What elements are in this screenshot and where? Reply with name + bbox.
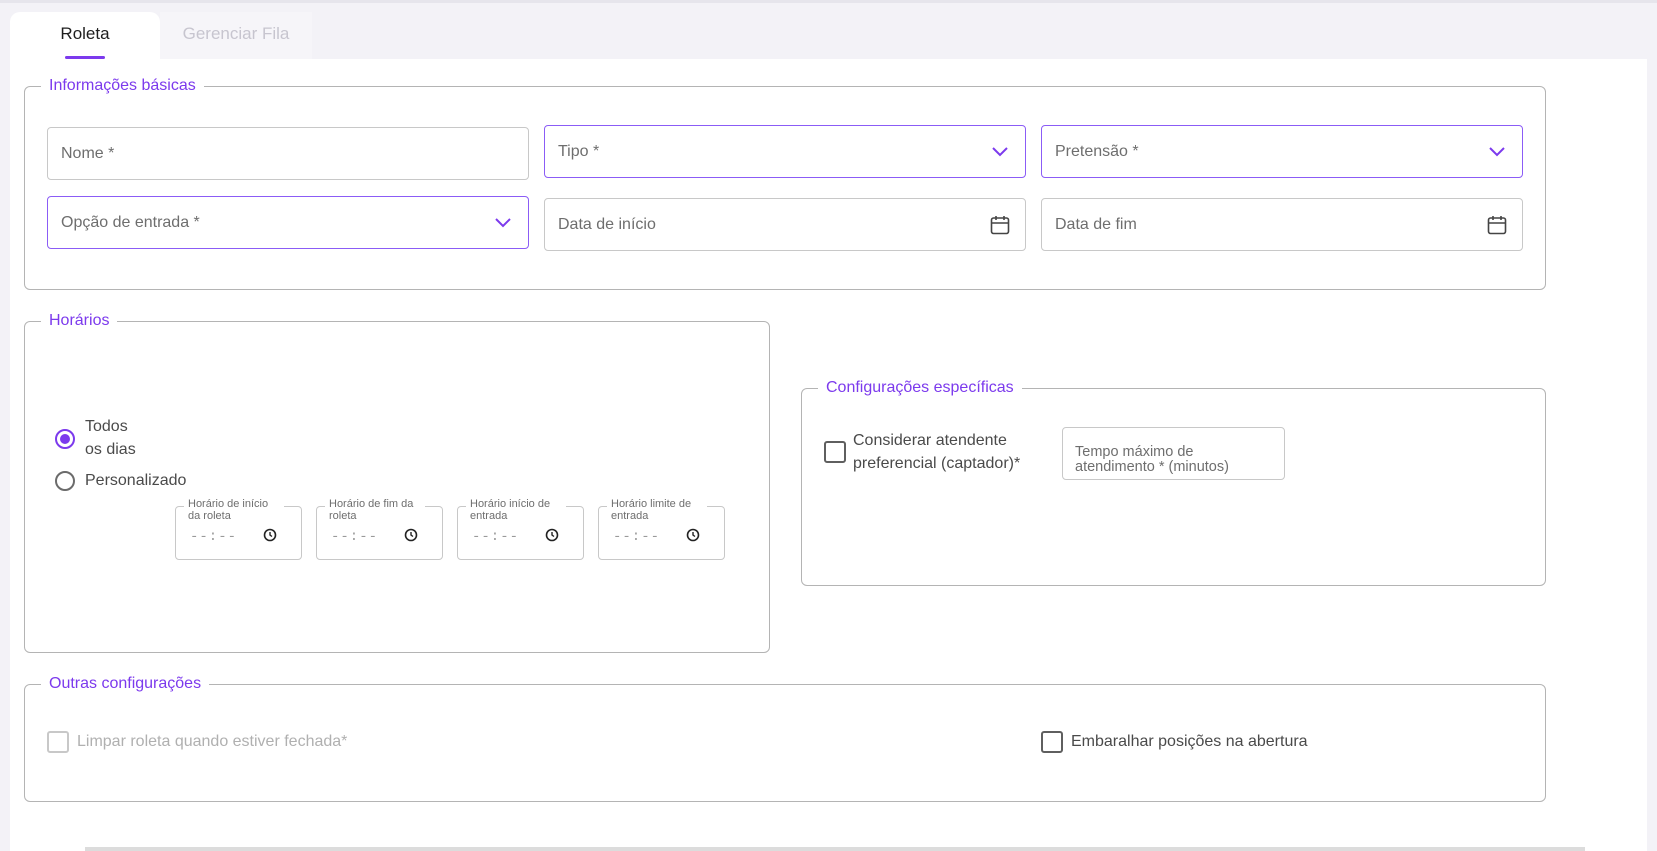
time-field-value: --:-- [472, 529, 520, 545]
time-field-label: Horário limite de entrada [607, 498, 707, 522]
horarios-legend: Horários [41, 311, 118, 331]
nome-placeholder: Nome * [61, 144, 115, 162]
pretensao-placeholder: Pretensão * [1055, 142, 1139, 160]
personalizado-label: Personalizado [85, 472, 187, 489]
tab-gerenciar-fila-label: Gerenciar Fila [182, 24, 290, 43]
todos-os-dias-label: Todos os dias [85, 415, 136, 461]
clock-icon[interactable] [686, 528, 700, 542]
data-fim-placeholder: Data de fim [1055, 215, 1137, 233]
top-divider [0, 0, 1657, 3]
considerar-atendente-checkbox[interactable] [824, 441, 846, 463]
tipo-placeholder: Tipo * [558, 142, 600, 160]
time-field-value: --:-- [190, 529, 238, 545]
form-card: Roleta Gerenciar Fila Informações básica… [10, 12, 1647, 851]
considerar-line1: Considerar atendente [853, 432, 1007, 449]
tempo-line1: Tempo máximo de [1075, 444, 1194, 460]
chevron-down-icon [989, 141, 1011, 163]
embaralhar-checkbox[interactable] [1041, 731, 1063, 753]
chevron-down-icon [1486, 141, 1508, 163]
horario-inicio-roleta-input[interactable]: Horário de início da roleta --:-- [175, 498, 302, 560]
horario-limite-entrada-input[interactable]: Horário limite de entrada --:-- [598, 498, 725, 560]
horizontal-scrollbar[interactable] [85, 847, 1585, 851]
clock-icon[interactable] [404, 528, 418, 542]
time-field-value: --:-- [331, 529, 379, 545]
basic-info-legend: Informações básicas [41, 76, 204, 96]
embaralhar-label: Embaralhar posições na abertura [1071, 733, 1308, 750]
tempo-maximo-input[interactable]: Tempo máximo de atendimento * (minutos) [1062, 427, 1285, 480]
tab-bar: Roleta Gerenciar Fila [10, 12, 1647, 59]
tab-active-indicator [65, 56, 105, 59]
nome-input[interactable]: Nome * [47, 127, 529, 180]
limpar-roleta-label: Limpar roleta quando estiver fechada* [77, 733, 348, 750]
considerar-line2: preferencial (captador)* [853, 455, 1021, 472]
tab-gerenciar-fila[interactable]: Gerenciar Fila [160, 12, 312, 59]
todos-line1: Todos [85, 418, 128, 435]
horario-inicio-entrada-input[interactable]: Horário início de entrada --:-- [457, 498, 584, 560]
clock-icon[interactable] [263, 528, 277, 542]
tab-roleta[interactable]: Roleta [10, 12, 160, 59]
tipo-select[interactable]: Tipo * [544, 125, 1026, 178]
time-field-value: --:-- [613, 529, 661, 545]
time-field-label: Horário de fim da roleta [325, 498, 425, 522]
calendar-icon[interactable] [1486, 214, 1508, 236]
considerar-atendente-label: Considerar atendente preferencial (capta… [853, 429, 1020, 475]
todos-line2: os dias [85, 441, 136, 458]
radio-todos-os-dias[interactable] [55, 429, 75, 449]
especificas-legend: Configurações específicas [818, 378, 1022, 398]
tab-roleta-label: Roleta [60, 24, 110, 43]
data-inicio-input[interactable]: Data de início [544, 198, 1026, 251]
tempo-line2: atendimento * (minutos) [1075, 459, 1229, 475]
tempo-maximo-placeholder: Tempo máximo de atendimento * (minutos) [1075, 445, 1229, 475]
opcao-entrada-placeholder: Opção de entrada * [61, 213, 200, 231]
clock-icon[interactable] [545, 528, 559, 542]
especificas-section: Configurações específicas Considerar ate… [801, 378, 1546, 586]
time-field-label: Horário início de entrada [466, 498, 566, 522]
horarios-section: Horários Todos os dias Personalizado Hor… [24, 311, 770, 653]
limpar-roleta-checkbox[interactable] [47, 731, 69, 753]
data-inicio-placeholder: Data de início [558, 215, 656, 233]
outras-legend: Outras configurações [41, 674, 210, 694]
data-fim-input[interactable]: Data de fim [1041, 198, 1523, 251]
chevron-down-icon [492, 212, 514, 234]
horario-fim-roleta-input[interactable]: Horário de fim da roleta --:-- [316, 498, 443, 560]
radio-personalizado[interactable] [55, 471, 75, 491]
outras-section: Outras configurações Limpar roleta quand… [24, 674, 1546, 802]
calendar-icon[interactable] [989, 214, 1011, 236]
opcao-entrada-select[interactable]: Opção de entrada * [47, 196, 529, 249]
pretensao-select[interactable]: Pretensão * [1041, 125, 1523, 178]
time-field-label: Horário de início da roleta [184, 498, 284, 522]
basic-info-section: Informações básicas Nome * Tipo * Preten… [24, 76, 1546, 290]
